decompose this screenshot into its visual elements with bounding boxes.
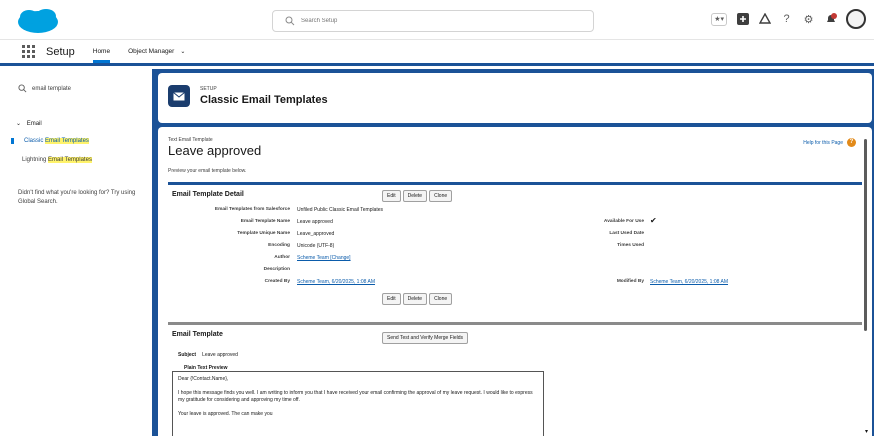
email-envelope-icon	[168, 85, 190, 107]
field-label-available-for-use: Available For Use	[603, 219, 644, 224]
delete-button[interactable]: Delete	[402, 190, 428, 202]
field-label-created-by: Created By	[264, 279, 290, 284]
app-launcher-waffle-icon[interactable]	[22, 44, 36, 59]
field-label-last-used-date: Last Used Date	[609, 231, 644, 236]
sidebar-item-lightning-email-templates[interactable]: Lightning Email Templates	[22, 157, 92, 163]
field-label-description: Description	[263, 267, 290, 272]
email-template-detail-section: Email Template Detail Edit Delete Clone …	[168, 182, 862, 322]
field-label-author: Author	[274, 255, 290, 260]
avatar[interactable]	[846, 9, 866, 29]
global-header: ★ ▾ ? ⚙	[0, 0, 874, 40]
content-card: Text Email Template Leave approved Help …	[158, 127, 872, 436]
subject-line: Subject Leave approved	[178, 352, 238, 358]
quick-find-input[interactable]: email template	[18, 84, 71, 93]
tab-home-label: Home	[92, 48, 111, 55]
field-label-modified-by: Modified By	[616, 279, 644, 284]
edit-button[interactable]: Edit	[382, 293, 401, 305]
quick-find-value: email template	[32, 85, 72, 92]
tab-object-manager[interactable]: Object Manager ⌄	[128, 40, 185, 63]
detail-section-title: Email Template Detail	[172, 191, 244, 198]
sidebar-item-prefix: Classic	[24, 138, 46, 144]
gear-icon[interactable]: ⚙	[802, 13, 815, 26]
field-value-created-by-link[interactable]: Scheme Team, 6/20/2025, 1:08 AM	[297, 279, 375, 285]
field-label-folder: Email Templates from Salesforce	[214, 207, 290, 212]
sidebar-item-prefix: Lightning	[22, 157, 49, 163]
favorites-dropdown-icon[interactable]: ▾	[720, 15, 724, 23]
send-test-verify-merge-fields-button[interactable]: Send Test and Verify Merge Fields	[382, 332, 469, 344]
app-name: Setup	[46, 45, 75, 58]
template-section-title: Email Template	[172, 331, 223, 338]
notifications-bell-icon[interactable]	[824, 12, 837, 26]
scrollbar-thumb[interactable]	[864, 139, 867, 331]
tab-home[interactable]: Home	[92, 40, 111, 63]
checkmark-icon: ✔	[650, 216, 657, 225]
app-launcher-plus-icon[interactable]	[736, 13, 749, 26]
email-template-section: Email Template Send Test and Verify Merg…	[168, 322, 862, 436]
template-buttons: Send Test and Verify Merge Fields	[382, 332, 469, 344]
global-search-box[interactable]	[272, 10, 594, 32]
chevron-down-icon[interactable]: ⌄	[180, 49, 185, 55]
body-line: Dear {!Contact.Name},	[178, 376, 229, 382]
setup-page-header: SETUP Classic Email Templates	[158, 73, 872, 123]
subject-label: Subject	[178, 352, 197, 358]
body-line: Your leave is approved. The can make you	[178, 411, 273, 417]
help-icon[interactable]: ?	[847, 138, 856, 147]
preview-note: Preview your email template below.	[168, 168, 247, 174]
field-value-encoding: Unicode (UTF-8)	[297, 243, 335, 249]
detail-bottom-buttons: Edit Delete Clone	[382, 293, 453, 305]
chevron-down-icon[interactable]: ⌄	[16, 121, 21, 127]
salesforce-logo[interactable]	[16, 8, 60, 34]
field-value-author-link[interactable]: Scheme Team [Change]	[297, 255, 351, 261]
setup-sidebar: email template ⌄ Email Classic Email Tem…	[0, 69, 152, 436]
tree-node-email-label: Email	[26, 121, 42, 127]
header-icon-group: ★ ▾ ? ⚙	[711, 9, 866, 29]
scroll-down-arrow-icon[interactable]: ▾	[865, 428, 868, 435]
sidebar-item-highlight: Email Templates	[45, 138, 89, 144]
help-for-page-label: Help for this Page	[803, 139, 843, 146]
field-label-unique-name: Template Unique Name	[237, 231, 290, 236]
page-eyebrow: SETUP	[200, 86, 217, 92]
search-icon	[285, 16, 295, 26]
favorites-group[interactable]: ★ ▾	[711, 12, 727, 26]
field-label-encoding: Encoding	[268, 243, 290, 248]
sidebar-item-classic-email-templates[interactable]: Classic Email Templates	[11, 138, 89, 144]
global-search-input[interactable]	[301, 18, 581, 24]
help-icon[interactable]: ?	[780, 13, 793, 26]
field-value-template-name: Leave approved	[297, 219, 333, 225]
field-label-template-name: Email Template Name	[240, 219, 290, 224]
clone-button[interactable]: Clone	[429, 190, 453, 202]
plain-text-preview-box[interactable]: Dear {!Contact.Name}, I hope this messag…	[172, 371, 544, 436]
sidebar-item-highlight: Email Templates	[48, 157, 92, 163]
record-title: Leave approved	[168, 143, 262, 158]
field-value-modified-by-link[interactable]: Scheme Team, 6/20/2025, 1:08 AM	[650, 279, 728, 285]
clone-button[interactable]: Clone	[429, 293, 453, 305]
field-value-folder: Unfiled Public Classic Email Templates	[297, 207, 384, 213]
search-icon	[18, 84, 27, 93]
trailhead-icon[interactable]	[758, 13, 771, 26]
delete-button[interactable]: Delete	[402, 293, 428, 305]
tree-node-email[interactable]: ⌄ Email	[16, 120, 42, 127]
field-label-times-used: Times Used	[617, 243, 644, 248]
body-line: I hope this message finds you well. I am…	[178, 390, 533, 403]
global-search-hint: Didn't find what you're looking for? Try…	[18, 190, 136, 205]
field-value-unique-name: Leave_approved	[297, 231, 335, 237]
edit-button[interactable]: Edit	[382, 190, 401, 202]
page-title: Classic Email Templates	[200, 94, 328, 106]
subject-value: Leave approved	[202, 352, 238, 358]
tab-object-manager-label: Object Manager	[128, 48, 175, 55]
help-for-page-link[interactable]: Help for this Page ?	[803, 138, 856, 147]
app-navigation-bar: Setup Home Object Manager ⌄	[0, 40, 874, 66]
detail-top-buttons: Edit Delete Clone	[382, 190, 453, 202]
